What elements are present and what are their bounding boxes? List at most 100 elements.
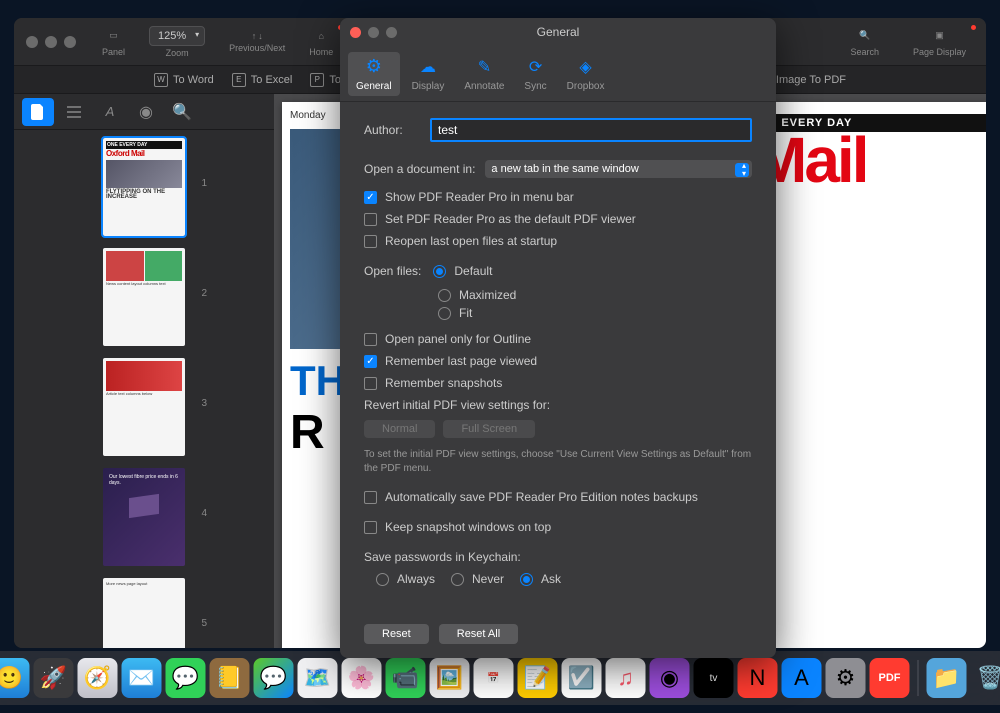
maximize-window[interactable] (64, 36, 76, 48)
dock-messages[interactable]: 💬 (166, 658, 206, 698)
dock-music[interactable]: ♫ (606, 658, 646, 698)
prefs-tab-display[interactable]: ☁ Display (404, 52, 453, 96)
gear-icon: ⚙ (363, 56, 385, 78)
sidebar-tabs: A ◉ 🔍 (14, 94, 274, 130)
revert-fullscreen-button[interactable]: Full Screen (443, 420, 535, 438)
revert-normal-button[interactable]: Normal (364, 420, 435, 438)
arrow-up-icon[interactable]: ↑ (252, 31, 257, 41)
dock-reminders[interactable]: ☑️ (562, 658, 602, 698)
keychain-label: Save passwords in Keychain: (364, 550, 752, 564)
open-files-default-radio[interactable] (433, 265, 446, 278)
remember-page-checkbox[interactable]: ✓ (364, 355, 377, 368)
show-menubar-checkbox[interactable]: ✓ (364, 191, 377, 204)
panel-label: Panel (102, 47, 125, 57)
close-window[interactable] (26, 36, 38, 48)
prefs-title: General (537, 25, 580, 39)
remember-page-label: Remember last page viewed (385, 354, 537, 368)
page-display-button[interactable]: ▣ Page Display (905, 27, 974, 57)
page-number: 3 (201, 398, 207, 409)
panel-button[interactable]: ▭ Panel (94, 27, 133, 57)
text-icon: A (106, 104, 115, 119)
dock-launchpad[interactable]: 🚀 (34, 658, 74, 698)
page-number: 2 (201, 288, 207, 299)
dock-tv[interactable]: tv (694, 658, 734, 698)
to-word-button[interactable]: W To Word (154, 73, 214, 87)
thumbnail-page-5[interactable]: More news page layout (103, 578, 185, 648)
dock-safari[interactable]: 🧭 (78, 658, 118, 698)
list-icon (66, 105, 82, 119)
zoom-control[interactable]: 125% Zoom (141, 26, 213, 58)
dock-contacts[interactable]: 📒 (210, 658, 250, 698)
prefs-tab-sync[interactable]: ⟳ Sync (516, 52, 554, 96)
prefs-close-button[interactable] (350, 27, 361, 38)
prefs-minimize-button[interactable] (368, 27, 379, 38)
dock-news[interactable]: N (738, 658, 778, 698)
thumbnail-page-4[interactable]: Our lowest fibre price ends in 6 days. (103, 468, 185, 566)
set-default-checkbox[interactable] (364, 213, 377, 226)
prefs-tab-dropbox[interactable]: ◈ Dropbox (559, 52, 613, 96)
thumbnail-page-3[interactable]: Article text columns below (103, 358, 185, 456)
open-doc-select[interactable]: a new tab in the same window ▴▾ (485, 160, 752, 178)
reset-button[interactable]: Reset (364, 624, 429, 644)
panel-icon: ▭ (105, 27, 123, 45)
outline-tab[interactable] (58, 98, 90, 126)
dock-notes[interactable]: 📝 (518, 658, 558, 698)
to-ppt-button[interactable]: P To (310, 73, 341, 87)
word-icon: W (154, 73, 168, 87)
keychain-ask-radio[interactable] (520, 573, 533, 586)
prefs-tab-general[interactable]: ⚙ General (348, 52, 400, 96)
ppt-icon: P (310, 73, 324, 87)
zoom-select[interactable]: 125% (149, 26, 205, 46)
dock-finder[interactable]: 🙂 (0, 658, 30, 698)
to-excel-button[interactable]: E To Excel (232, 73, 293, 87)
revert-help-text: To set the initial PDF view settings, ch… (364, 448, 752, 476)
dock-calendar[interactable]: 📅 (474, 658, 514, 698)
prefs-maximize-button[interactable] (386, 27, 397, 38)
arrow-down-icon[interactable]: ↓ (258, 31, 263, 41)
thumbnail-page-2[interactable]: News content layout columns text (103, 248, 185, 346)
open-files-maximized-radio[interactable] (438, 289, 451, 302)
dock-photos[interactable]: 🌸 (342, 658, 382, 698)
annotations-tab[interactable]: A (94, 98, 126, 126)
search-tab[interactable]: 🔍 (166, 98, 198, 126)
search-button[interactable]: 🔍 Search (842, 27, 887, 57)
keychain-always-radio[interactable] (376, 573, 389, 586)
snapshots-tab[interactable]: ◉ (130, 98, 162, 126)
auto-save-checkbox[interactable] (364, 491, 377, 504)
thumbnail-page-1[interactable]: ONE EVERY DAY Oxford Mail FLYTIPPING ON … (103, 138, 185, 236)
dock-pdf-reader[interactable]: PDF (870, 658, 910, 698)
dock-mail[interactable]: ✉️ (122, 658, 162, 698)
remember-snapshots-checkbox[interactable] (364, 377, 377, 390)
reopen-startup-checkbox[interactable] (364, 235, 377, 248)
dock-facetime[interactable]: 💬 (254, 658, 294, 698)
dock-podcasts[interactable]: ◉ (650, 658, 690, 698)
page-number: 5 (201, 618, 207, 629)
open-files-fit-radio[interactable] (438, 307, 451, 320)
thumbnail-list[interactable]: ONE EVERY DAY Oxford Mail FLYTIPPING ON … (14, 130, 274, 648)
minimize-window[interactable] (45, 36, 57, 48)
keychain-never-radio[interactable] (451, 573, 464, 586)
open-panel-outline-checkbox[interactable] (364, 333, 377, 346)
dock-preview[interactable]: 🖼️ (430, 658, 470, 698)
search-icon: 🔍 (856, 27, 874, 45)
dock-separator (918, 660, 919, 696)
prev-next-control[interactable]: ↑ ↓ Previous/Next (221, 31, 293, 53)
dock-trash[interactable]: 🗑️ (971, 658, 1000, 698)
open-files-label: Open files: (364, 264, 421, 278)
thumbnails-tab[interactable] (22, 98, 54, 126)
preferences-window: General ⚙ General ☁ Display ✎ Annotate ⟳… (340, 18, 776, 658)
author-input[interactable] (430, 118, 752, 142)
keep-snapshot-top-checkbox[interactable] (364, 521, 377, 534)
dock-video[interactable]: 📹 (386, 658, 426, 698)
keep-snapshot-top-label: Keep snapshot windows on top (385, 520, 551, 534)
prefs-tab-annotate[interactable]: ✎ Annotate (456, 52, 512, 96)
reset-all-button[interactable]: Reset All (439, 624, 518, 644)
dock-appstore[interactable]: A (782, 658, 822, 698)
dock-downloads[interactable]: 📁 (927, 658, 967, 698)
dock-settings[interactable]: ⚙ (826, 658, 866, 698)
image-to-pdf-button[interactable]: Image To PDF (776, 74, 846, 86)
show-menubar-label: Show PDF Reader Pro in menu bar (385, 190, 574, 204)
prefs-body: Author: Open a document in: a new tab in… (340, 102, 776, 614)
dock-maps[interactable]: 🗺️ (298, 658, 338, 698)
home-button[interactable]: ⌂ Home (301, 27, 341, 57)
